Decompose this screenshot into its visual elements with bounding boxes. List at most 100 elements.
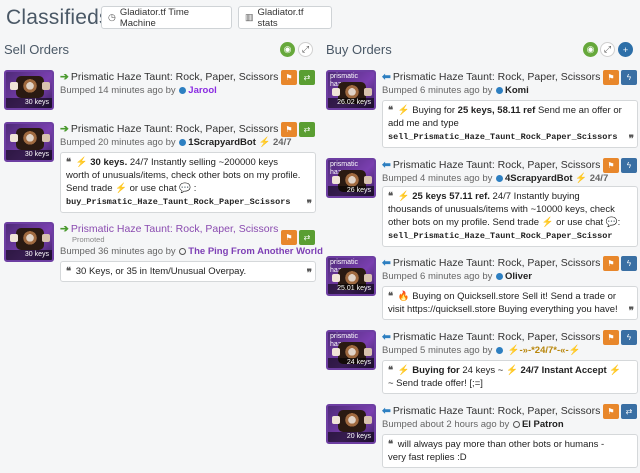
flag-icon: ⚑ [607, 161, 615, 170]
listing-actions: ⚑ ϟ [603, 330, 637, 345]
bolt-icon: ⚡ [397, 105, 410, 116]
user-link[interactable]: The Ping From Another World [188, 246, 323, 257]
exchange-icon: ⇄ [303, 125, 311, 134]
quote-open-icon: ❝ [66, 266, 72, 277]
user-link[interactable]: El Patron [522, 419, 564, 430]
flag-button[interactable]: ⚑ [603, 404, 619, 419]
user-link[interactable]: Komi [505, 85, 529, 96]
item-price: 30 keys [6, 98, 52, 108]
listing-title[interactable]: ⬅ Prismatic Haze Taunt: Rock, Paper, Scis… [382, 331, 600, 343]
trade-button[interactable]: ϟ [621, 256, 637, 271]
item-thumbnail[interactable]: 30 keys [4, 122, 54, 162]
user-link[interactable]: Oliver [505, 271, 532, 282]
bolt-icon: ⚡ [541, 217, 554, 228]
bolt-icon: ⚡ [115, 183, 127, 194]
flag-button[interactable]: ⚑ [603, 70, 619, 85]
flag-button[interactable]: ⚑ [603, 330, 619, 345]
flag-icon: ⚑ [607, 333, 615, 342]
listing-title[interactable]: ➔ Prismatic Haze Taunt: Rock, Paper, Scis… [60, 123, 278, 135]
bar-chart-icon: ▥ [245, 12, 254, 22]
flag-button[interactable]: ⚑ [281, 122, 297, 137]
status-ring [512, 420, 520, 428]
arrow-right-icon: ➔ [60, 223, 69, 235]
listing-title[interactable]: ⬅ Prismatic Haze Taunt: Rock, Paper, Scis… [382, 257, 600, 269]
trade-command: sell_Prismatic_Haze_Taunt_Rock_Paper_Sci… [388, 132, 618, 142]
trade-button[interactable]: ϟ [621, 158, 637, 173]
item-thumbnail[interactable]: 30 keys [4, 70, 54, 110]
trade-button[interactable]: ⇄ [299, 70, 315, 85]
flag-button[interactable]: ⚑ [281, 70, 297, 85]
user-link[interactable]: 4ScrapyardBot [505, 173, 573, 184]
item-thumbnail[interactable]: prismatic haze 26.02 keys [326, 70, 376, 110]
listing-title[interactable]: ➔ Prismatic Haze Taunt: Rock, Paper, Scis… [60, 71, 278, 83]
sell-expand-button[interactable]: ⤢ [298, 42, 313, 57]
trade-button[interactable]: ⇄ [299, 122, 315, 137]
flag-icon: ⚑ [607, 407, 615, 416]
listing-meta: Bumped 20 minutes ago by 1ScrapyardBot ⚡… [60, 137, 292, 148]
bolt-icon: ⚡ [568, 345, 581, 356]
flag-button[interactable]: ⚑ [281, 230, 297, 245]
flag-button[interactable]: ⚑ [603, 158, 619, 173]
listing-title[interactable]: ⬅ Prismatic Haze Taunt: Rock, Paper, Scis… [382, 159, 600, 171]
listing-title[interactable]: ➔ Prismatic Haze Taunt: Rock, Paper, Scis… [60, 223, 278, 235]
user-suffix: 24/7 [273, 137, 292, 148]
user-link[interactable]: Jarool [188, 85, 217, 96]
listing-title[interactable]: ⬅ Prismatic Haze Taunt: Rock, Paper, Scis… [382, 71, 600, 83]
trade-button[interactable]: ⇄ [621, 404, 637, 419]
item-price: 24 keys [328, 358, 374, 368]
time-machine-button[interactable]: ◷ Gladiator.tf Time Machine [101, 6, 232, 29]
status-dot [496, 86, 504, 94]
buy-orders-title: Buy Orders [326, 42, 392, 57]
item-price: 30 keys [6, 150, 52, 160]
arrow-right-icon: ➔ [60, 123, 69, 135]
status-dot [179, 86, 187, 94]
flag-icon: ⚑ [285, 125, 293, 134]
buy-add-button[interactable]: + [618, 42, 633, 57]
arrow-left-icon: ⬅ [382, 257, 391, 269]
trade-command: sell_Prismatic_Haze_Taunt_Rock_Paper_Sci… [388, 231, 613, 241]
trade-button[interactable]: ϟ [621, 330, 637, 345]
bolt-icon: ⚡ [505, 365, 518, 376]
plus-icon: + [622, 44, 629, 55]
listing-actions: ⚑ ϟ [603, 158, 637, 173]
sell-listing[interactable]: 30 keys ➔ Prismatic Haze Taunt: Rock, Pap… [4, 70, 316, 114]
flag-icon: ⚑ [285, 233, 293, 242]
listing-meta: Bumped 4 minutes ago by 4ScrapyardBot ⚡ … [382, 173, 609, 184]
listing-meta: Bumped 14 minutes ago by Jarool [60, 85, 217, 96]
listing-meta: Bumped 6 minutes ago by Komi [382, 85, 529, 96]
quote-close-icon: ❞ [628, 306, 634, 317]
stats-button[interactable]: ▥ Gladiator.tf stats [238, 6, 332, 29]
time-machine-label: Gladiator.tf Time Machine [119, 6, 190, 29]
listing-meta: Bumped 5 minutes ago by ⚡-»-*24/7*-«-⚡ [382, 345, 581, 356]
buy-visibility-toggle[interactable]: ◉ [583, 42, 598, 57]
taunt-image [10, 128, 50, 150]
taunt-image [10, 76, 50, 98]
item-thumbnail[interactable]: 20 keys [326, 404, 376, 444]
listing-actions: ⚑ ϟ [603, 256, 637, 271]
sell-listing[interactable]: 30 keys ➔ Prismatic Haze Taunt: Rock, Pap… [4, 122, 316, 213]
listing-comment: ❝ ⚡ 30 keys. 24/7 Instantly selling ~200… [60, 152, 316, 213]
buy-listing[interactable]: prismatic haze 26 keys ⬅Prismatic Haze T… [326, 158, 638, 247]
bolt-icon: ⚡ [75, 157, 88, 168]
buy-listing[interactable]: prismatic haze 26.02 keys ⬅Prismatic Haz… [326, 70, 638, 148]
item-thumbnail[interactable]: prismatic haze 25.01 keys [326, 256, 376, 296]
buy-listing[interactable]: prismatic haze 24 keys ⬅Prismatic Haze T… [326, 330, 638, 394]
user-link[interactable]: 1ScrapyardBot [188, 137, 256, 148]
chat-icon: 💬 [605, 217, 618, 228]
item-thumbnail[interactable]: prismatic haze 26 keys [326, 158, 376, 198]
listing-title[interactable]: ⬅ Prismatic Haze Taunt: Rock, Paper, Scis… [382, 405, 600, 417]
user-link[interactable]: -»-*24/7*-«- [520, 345, 569, 356]
buy-expand-button[interactable]: ⤢ [600, 42, 615, 57]
item-thumbnail[interactable]: 30 keys [4, 222, 54, 262]
trade-button[interactable]: ϟ [621, 70, 637, 85]
item-price: 20 keys [328, 432, 374, 442]
buy-listing[interactable]: prismatic haze 25.01 keys ⬅Prismatic Haz… [326, 256, 638, 322]
sell-visibility-toggle[interactable]: ◉ [280, 42, 295, 57]
trade-button[interactable]: ⇄ [299, 230, 315, 245]
item-thumbnail[interactable]: prismatic haze 24 keys [326, 330, 376, 370]
sell-listing[interactable]: 30 keys ➔ Prismatic Haze Taunt: Rock, Pap… [4, 222, 323, 282]
bolt-icon: ⚡ [258, 137, 271, 148]
taunt-image [10, 228, 50, 250]
buy-listing[interactable]: 20 keys ⬅ Prismatic Haze Taunt: Rock, Pap… [326, 404, 638, 468]
flag-button[interactable]: ⚑ [603, 256, 619, 271]
